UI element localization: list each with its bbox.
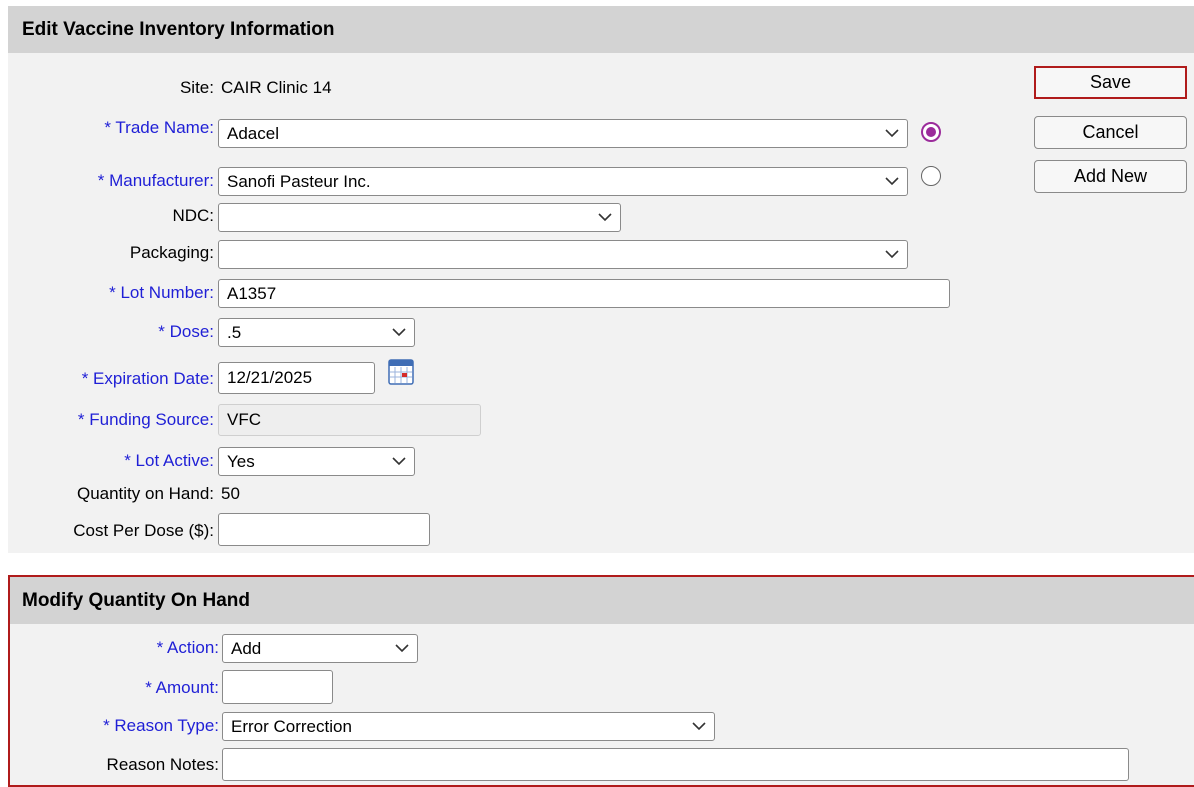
packaging-label: Packaging:: [129, 243, 214, 262]
chevron-down-icon: [885, 129, 899, 138]
manufacturer-radio[interactable]: [921, 166, 941, 186]
lot-number-label: * Lot Number:: [109, 283, 214, 302]
chevron-down-icon: [392, 328, 406, 337]
lot-active-select[interactable]: Yes: [218, 447, 415, 476]
site-value: CAIR Clinic 14: [221, 78, 332, 97]
lot-active-value: Yes: [227, 452, 255, 471]
expiration-date-label: * Expiration Date:: [81, 369, 214, 388]
chevron-down-icon: [885, 177, 899, 186]
packaging-select[interactable]: [218, 240, 908, 269]
funding-source-field: VFC: [218, 404, 481, 436]
lot-number-input[interactable]: A1357: [218, 279, 950, 308]
ndc-select[interactable]: [218, 203, 621, 232]
trade-name-radio[interactable]: [921, 122, 941, 142]
save-button[interactable]: Save: [1034, 66, 1187, 99]
edit-inventory-title: Edit Vaccine Inventory Information: [8, 6, 1194, 53]
chevron-down-icon: [885, 250, 899, 259]
ndc-label: NDC:: [172, 206, 214, 225]
edit-inventory-panel: Edit Vaccine Inventory Information Site:…: [8, 6, 1194, 553]
manufacturer-label: * Manufacturer:: [97, 171, 214, 190]
site-label: Site:: [179, 78, 214, 97]
dose-label: * Dose:: [158, 322, 214, 341]
modify-quantity-highlight: [8, 575, 1194, 787]
cost-per-dose-label: Cost Per Dose ($):: [73, 521, 214, 540]
expiration-date-input[interactable]: 12/21/2025: [218, 362, 375, 394]
add-new-button[interactable]: Add New: [1034, 160, 1187, 193]
funding-source-label: * Funding Source:: [77, 410, 214, 429]
quantity-on-hand-value: 50: [221, 484, 240, 503]
chevron-down-icon: [392, 457, 406, 466]
trade-name-label: * Trade Name:: [104, 118, 214, 137]
trade-name-value: Adacel: [227, 124, 279, 143]
calendar-icon[interactable]: [388, 359, 414, 385]
dose-select[interactable]: .5: [218, 318, 415, 347]
cost-per-dose-input[interactable]: [218, 513, 430, 546]
chevron-down-icon: [598, 213, 612, 222]
lot-active-label: * Lot Active:: [124, 451, 214, 470]
trade-name-select[interactable]: Adacel: [218, 119, 908, 148]
cancel-button[interactable]: Cancel: [1034, 116, 1187, 149]
manufacturer-select[interactable]: Sanofi Pasteur Inc.: [218, 167, 908, 196]
dose-value: .5: [227, 323, 242, 342]
quantity-on-hand-label: Quantity on Hand:: [76, 484, 214, 503]
manufacturer-value: Sanofi Pasteur Inc.: [227, 172, 371, 191]
